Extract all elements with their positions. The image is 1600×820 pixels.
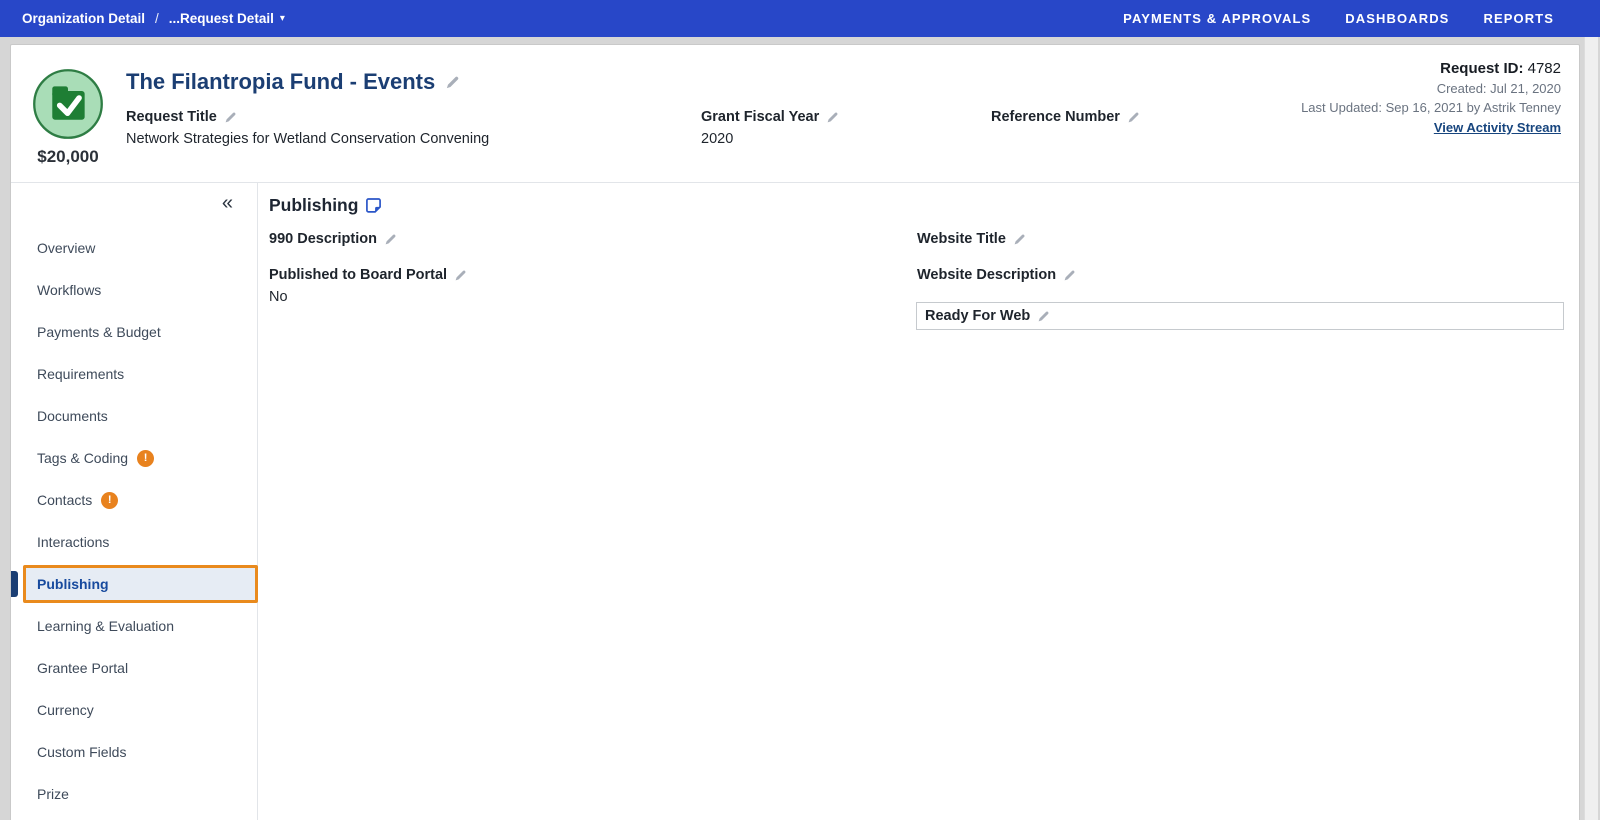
field-label: Request Title bbox=[126, 109, 217, 125]
page-scrollbar-track[interactable] bbox=[1584, 37, 1598, 820]
field-label: Website Description bbox=[917, 267, 1057, 283]
breadcrumb-separator: / bbox=[155, 11, 159, 26]
request-id-label: Request ID: bbox=[1440, 60, 1524, 77]
field-label: 990 Description bbox=[269, 231, 377, 247]
field-label: Published to Board Portal bbox=[269, 267, 448, 283]
alert-badge-icon: ! bbox=[137, 449, 155, 467]
section-title: Publishing bbox=[269, 195, 359, 215]
sidebar-item-publishing[interactable]: Publishing bbox=[23, 565, 258, 603]
sidebar-item-contacts[interactable]: Contacts! bbox=[11, 479, 257, 521]
field-website-title: Website Title bbox=[917, 231, 1026, 247]
breadcrumb-request-detail-label: ...Request Detail bbox=[168, 11, 274, 26]
field-website-description: Website Description bbox=[917, 267, 1076, 283]
edit-pencil-icon[interactable] bbox=[384, 233, 397, 246]
nav-reports[interactable]: REPORTS bbox=[1483, 11, 1554, 26]
field-value: No bbox=[269, 289, 288, 305]
sidebar-item-documents[interactable]: Documents bbox=[11, 395, 257, 437]
sidebar-nav-list: Overview Workflows Payments & Budget Requir… bbox=[11, 227, 258, 815]
sidebar-item-tags-coding[interactable]: Tags & Coding! bbox=[11, 437, 257, 479]
note-icon[interactable] bbox=[365, 197, 382, 214]
field-grant-fiscal-year: Grant Fiscal Year 2020 bbox=[701, 109, 839, 147]
edit-pencil-icon[interactable] bbox=[224, 111, 237, 124]
sidebar-item-label: Publishing bbox=[37, 576, 109, 592]
sidebar-item-label: Contacts bbox=[37, 492, 93, 508]
top-nav-links: PAYMENTS & APPROVALS DASHBOARDS REPORTS bbox=[1123, 11, 1554, 26]
sidebar-item-label: Overview bbox=[37, 240, 96, 256]
top-navigation-bar: Organization Detail / ...Request Detail … bbox=[0, 0, 1600, 37]
sidebar-item-overview[interactable]: Overview bbox=[11, 227, 257, 269]
edit-pencil-icon[interactable] bbox=[826, 111, 839, 124]
field-request-title: Request Title Network Strategies for Wet… bbox=[126, 109, 489, 147]
publishing-panel: Publishing 990 Description Published to … bbox=[258, 183, 1581, 820]
sidebar-item-label: Requirements bbox=[37, 366, 125, 382]
sidebar-item-workflows[interactable]: Workflows bbox=[11, 269, 257, 311]
page-title: The Filantropia Fund - Events bbox=[126, 69, 436, 94]
request-meta: Request ID: 4782 Created: Jul 21, 2020 L… bbox=[1301, 58, 1561, 137]
nav-payments-approvals[interactable]: PAYMENTS & APPROVALS bbox=[1123, 11, 1311, 26]
sidebar-item-label: Currency bbox=[37, 702, 94, 718]
created-date: Created: Jul 21, 2020 bbox=[1436, 81, 1561, 96]
sidebar-item-prize[interactable]: Prize bbox=[11, 773, 257, 815]
field-ready-for-web: Ready For Web bbox=[916, 302, 1564, 330]
breadcrumb-organization-detail[interactable]: Organization Detail bbox=[22, 11, 145, 26]
request-detail-card: $20,000 The Filantropia Fund - Events Re… bbox=[10, 44, 1580, 820]
sidebar-item-requirements[interactable]: Requirements bbox=[11, 353, 257, 395]
edit-pencil-icon[interactable] bbox=[445, 75, 460, 90]
sidebar-item-label: Workflows bbox=[37, 282, 102, 298]
alert-badge-icon: ! bbox=[101, 491, 119, 509]
sidebar-item-grantee-portal[interactable]: Grantee Portal bbox=[11, 647, 257, 689]
edit-pencil-icon[interactable] bbox=[1063, 269, 1076, 282]
field-value: 2020 bbox=[701, 131, 734, 147]
chevron-down-icon: ▾ bbox=[279, 12, 285, 24]
sidebar-item-label: Documents bbox=[37, 408, 108, 424]
sidebar-item-currency[interactable]: Currency bbox=[11, 689, 257, 731]
sidebar-item-payments-budget[interactable]: Payments & Budget bbox=[11, 311, 257, 353]
approved-folder-check-icon bbox=[31, 67, 105, 141]
sidebar-collapse-icon[interactable]: « bbox=[222, 193, 233, 213]
field-990-description: 990 Description bbox=[269, 231, 397, 247]
sidebar-item-learning-evaluation[interactable]: Learning & Evaluation bbox=[11, 605, 257, 647]
grant-amount: $20,000 bbox=[37, 147, 99, 166]
edit-pencil-icon[interactable] bbox=[1037, 310, 1050, 323]
field-label: Grant Fiscal Year bbox=[701, 109, 820, 125]
breadcrumb: Organization Detail / ...Request Detail … bbox=[22, 11, 285, 26]
field-reference-number: Reference Number bbox=[991, 109, 1140, 131]
field-label: Ready For Web bbox=[925, 308, 1031, 324]
sidebar: « Overview Workflows Payments & Budget Requ… bbox=[11, 183, 258, 820]
field-published-to-board-portal: Published to Board Portal No bbox=[269, 267, 467, 305]
last-updated: Last Updated: Sep 16, 2021 by Astrik Ten… bbox=[1301, 100, 1561, 115]
sidebar-item-label: Prize bbox=[37, 786, 69, 802]
field-label: Reference Number bbox=[991, 109, 1120, 125]
sidebar-item-custom-fields[interactable]: Custom Fields bbox=[11, 731, 257, 773]
field-value: Network Strategies for Wetland Conservat… bbox=[126, 131, 490, 147]
sidebar-item-label: Custom Fields bbox=[37, 744, 127, 760]
sidebar-item-label: Payments & Budget bbox=[37, 324, 161, 340]
request-header: $20,000 The Filantropia Fund - Events Re… bbox=[11, 45, 1579, 183]
sidebar-item-interactions[interactable]: Interactions bbox=[11, 521, 257, 563]
sidebar-item-label: Tags & Coding bbox=[37, 450, 129, 466]
edit-pencil-icon[interactable] bbox=[454, 269, 467, 282]
sidebar-item-label: Grantee Portal bbox=[37, 660, 129, 676]
breadcrumb-request-detail-dropdown[interactable]: ...Request Detail ▾ bbox=[169, 11, 285, 26]
sidebar-item-label: Learning & Evaluation bbox=[37, 618, 174, 634]
edit-pencil-icon[interactable] bbox=[1013, 233, 1026, 246]
edit-pencil-icon[interactable] bbox=[1127, 111, 1140, 124]
sidebar-collapse-row: « bbox=[11, 183, 257, 223]
field-label: Website Title bbox=[917, 231, 1006, 247]
request-id-value: 4782 bbox=[1527, 60, 1561, 77]
view-activity-stream-link[interactable]: View Activity Stream bbox=[1434, 120, 1561, 135]
nav-dashboards[interactable]: DASHBOARDS bbox=[1345, 11, 1449, 26]
sidebar-item-label: Interactions bbox=[37, 534, 110, 550]
